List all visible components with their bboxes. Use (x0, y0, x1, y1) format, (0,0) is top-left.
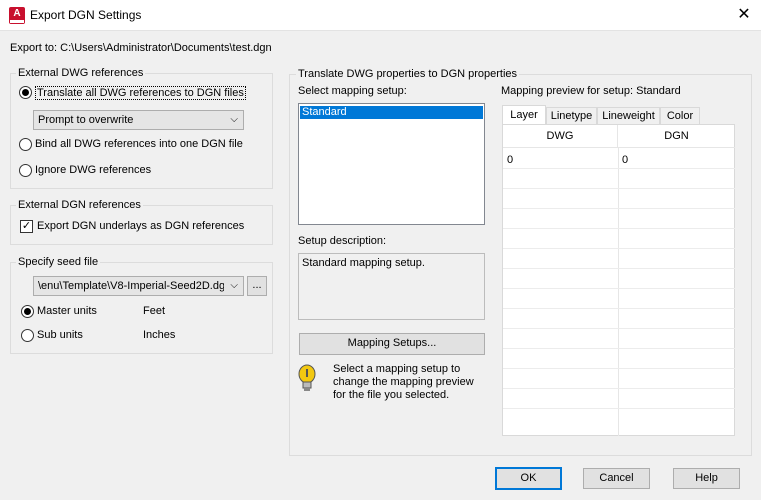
window-title: Export DGN Settings (30, 8, 142, 22)
lightbulb-icon (297, 364, 317, 394)
mapping-setup-list[interactable]: Standard (298, 103, 485, 225)
cancel-button[interactable]: Cancel (583, 468, 650, 489)
hint-line-2: change the mapping preview (333, 376, 474, 388)
app-icon-letter: A (13, 8, 21, 19)
overwrite-select[interactable]: Prompt to overwrite ⌵ (33, 110, 244, 130)
export-underlays-label[interactable]: Export DGN underlays as DGN references (37, 220, 244, 232)
autocad-app-icon: A (9, 7, 25, 24)
tab-color[interactable]: Color (660, 107, 700, 125)
master-units-label[interactable]: Master units (37, 305, 97, 317)
export-to-label: Export to: (10, 42, 58, 54)
translate-dwg-label[interactable]: Translate all DWG references to DGN file… (35, 86, 246, 100)
hint-line-1: Select a mapping setup to (333, 363, 461, 375)
help-button[interactable]: Help (673, 468, 740, 489)
export-to-row: Export to: C:\Users\Administrator\Docume… (10, 42, 272, 54)
select-setup-label: Select mapping setup: (298, 85, 407, 97)
column-header-dwg[interactable]: DWG (503, 125, 618, 148)
seed-file-value: \enu\Template\V8-Imperial-Seed2D.dgn (38, 280, 224, 292)
external-dgn-title: External DGN references (16, 199, 143, 211)
export-to-path: C:\Users\Administrator\Documents\test.dg… (60, 42, 272, 54)
tab-layer[interactable]: Layer (502, 105, 546, 125)
mapping-preview-grid: DWG DGN 0 0 (502, 124, 735, 436)
master-units-radio[interactable] (21, 305, 34, 318)
tab-lineweight[interactable]: Lineweight (597, 107, 660, 125)
browse-seed-button[interactable]: ... (247, 276, 267, 296)
ignore-dwg-radio[interactable] (19, 164, 32, 177)
column-header-dgn[interactable]: DGN (618, 125, 735, 148)
ok-button[interactable]: OK (495, 467, 562, 490)
export-underlays-checkbox[interactable]: ✓ (20, 220, 33, 233)
seed-file-title: Specify seed file (16, 256, 101, 268)
setup-description-label: Setup description: (298, 235, 387, 247)
bind-dwg-radio[interactable] (19, 138, 32, 151)
setup-description-text: Standard mapping setup. (302, 257, 425, 269)
chevron-down-icon: ⌵ (230, 280, 238, 291)
setup-description-box: Standard mapping setup. (298, 253, 485, 320)
bind-dwg-label[interactable]: Bind all DWG references into one DGN fil… (35, 138, 243, 150)
seed-file-select[interactable]: \enu\Template\V8-Imperial-Seed2D.dgn ⌵ (33, 276, 244, 296)
master-units-value: Feet (143, 305, 166, 317)
overwrite-select-value: Prompt to overwrite (38, 114, 134, 126)
ignore-dwg-label[interactable]: Ignore DWG references (35, 164, 151, 176)
hint-text: Select a mapping setup to change the map… (333, 363, 474, 402)
translate-title: Translate DWG properties to DGN properti… (296, 68, 520, 80)
sub-units-label[interactable]: Sub units (37, 329, 83, 341)
table-cell-dwg: 0 (507, 154, 514, 166)
mapping-setups-button[interactable]: Mapping Setups... (299, 333, 485, 355)
tab-linetype[interactable]: Linetype (546, 107, 597, 125)
external-dwg-title: External DWG references (16, 67, 146, 79)
grid-divider (618, 148, 619, 436)
sub-units-radio[interactable] (21, 329, 34, 342)
mapping-preview-title: Mapping preview for setup: Standard (501, 85, 681, 97)
hint-line-3: for the file you selected. (333, 389, 450, 401)
mapping-setup-item-standard[interactable]: Standard (300, 106, 483, 119)
chevron-down-icon: ⌵ (230, 114, 238, 125)
sub-units-value: Inches (143, 329, 176, 341)
table-cell-dgn: 0 (622, 154, 629, 166)
close-icon[interactable]: ✕ (729, 2, 759, 28)
translate-dwg-radio[interactable] (19, 86, 32, 99)
